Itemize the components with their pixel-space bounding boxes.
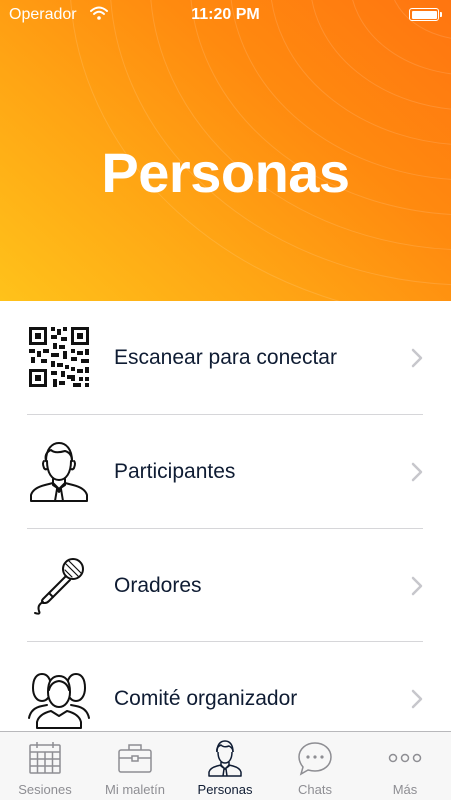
person-icon (208, 740, 242, 777)
header-banner: Operador 11:20 PM Personas (0, 0, 451, 301)
menu-item-speakers[interactable]: Oradores (0, 529, 451, 642)
status-bar: Operador 11:20 PM (0, 0, 451, 30)
chevron-right-icon (411, 576, 423, 596)
calendar-icon (29, 742, 61, 774)
clock: 11:20 PM (191, 6, 260, 23)
qr-code-icon (29, 327, 89, 387)
battery-icon (409, 8, 442, 21)
tab-personas[interactable]: Personas (180, 732, 270, 801)
tab-label: Chats (298, 782, 332, 797)
tab-sesiones[interactable]: Sesiones (0, 732, 90, 801)
group-icon (28, 673, 90, 729)
tab-label: Mi maletín (105, 782, 165, 797)
menu-item-label: Escanear para conectar (114, 346, 337, 369)
tab-label: Sesiones (18, 782, 72, 797)
tab-mi-maletin[interactable]: Mi maletín (90, 732, 180, 801)
chevron-right-icon (411, 689, 423, 709)
chevron-right-icon (411, 348, 423, 368)
menu-item-scan[interactable]: Escanear para conectar (0, 301, 451, 414)
briefcase-icon (118, 744, 152, 773)
microphone-icon (34, 558, 84, 615)
menu-item-label: Oradores (114, 574, 202, 597)
tab-bar: Sesiones Mi maletín Personas Chats Más (0, 731, 451, 800)
chat-bubble-icon (298, 742, 332, 776)
chevron-right-icon (411, 462, 423, 482)
page-title: Personas (101, 141, 350, 204)
tab-chats[interactable]: Chats (270, 732, 360, 801)
person-icon (30, 442, 88, 502)
tab-label: Más (392, 782, 418, 797)
tab-label: Personas (197, 782, 253, 797)
menu-item-label: Participantes (114, 460, 236, 483)
tab-mas[interactable]: Más (360, 732, 450, 801)
more-dots-icon (388, 753, 422, 763)
menu-item-participants[interactable]: Participantes (0, 415, 451, 528)
